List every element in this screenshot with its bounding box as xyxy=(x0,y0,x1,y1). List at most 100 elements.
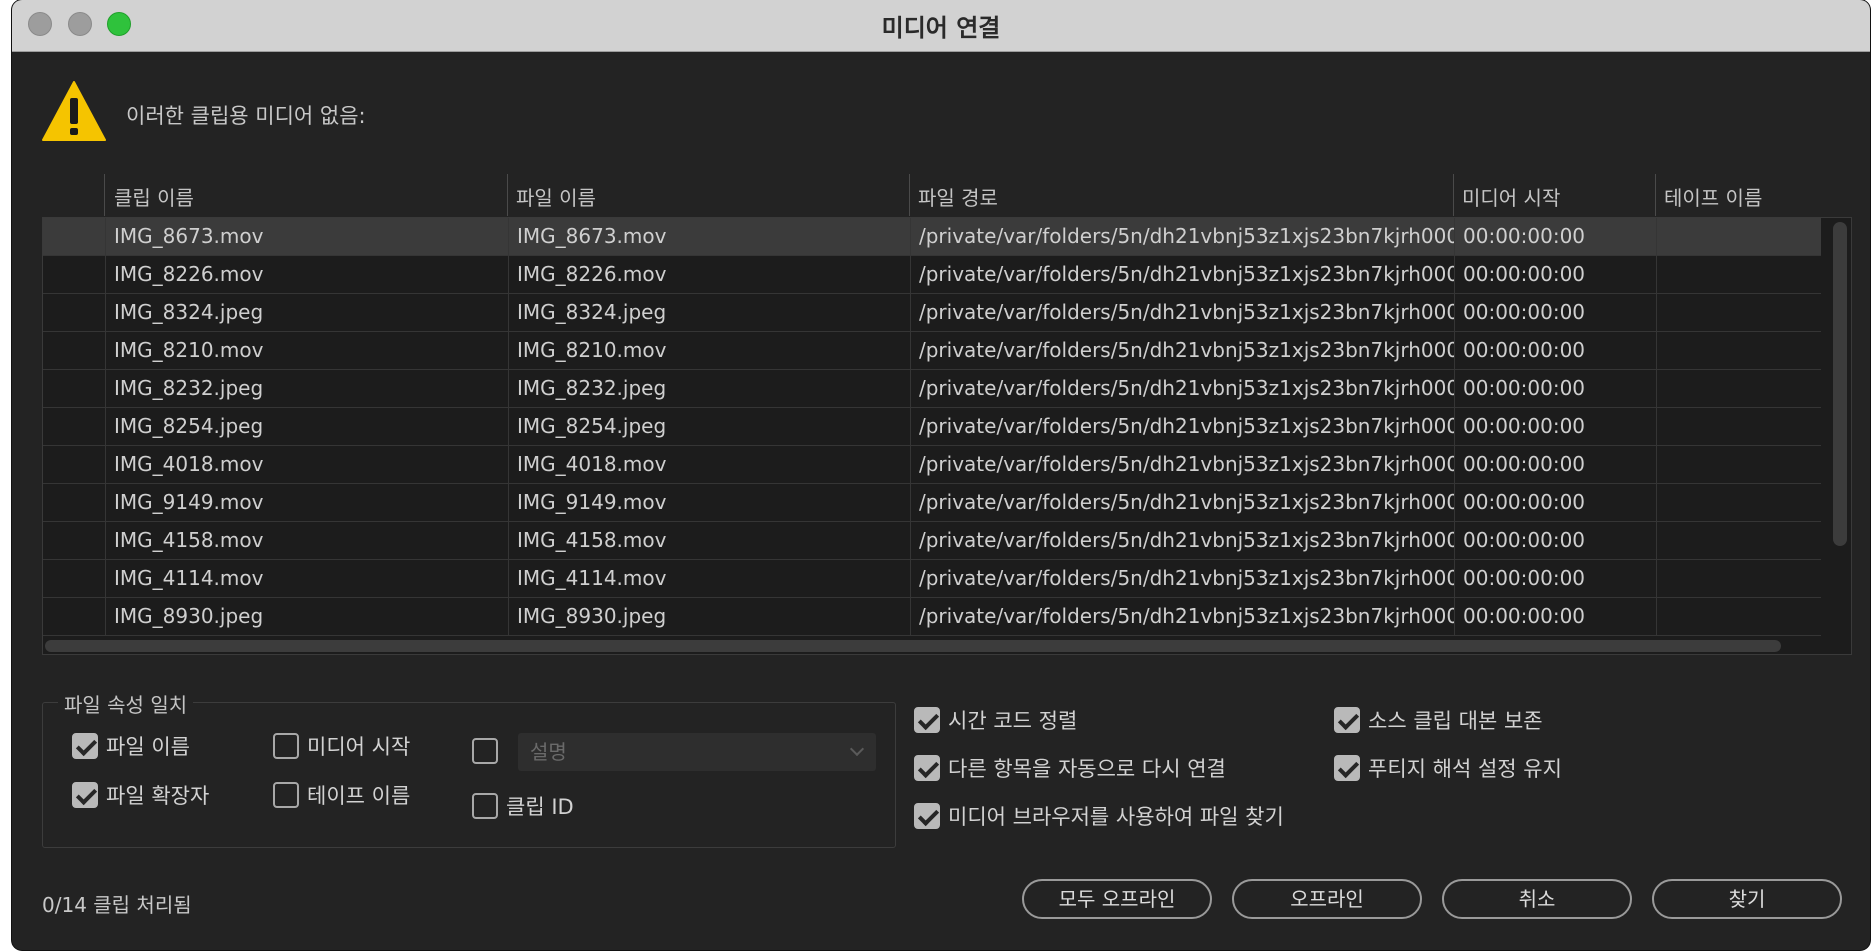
checkbox-box xyxy=(914,755,940,781)
cell-clip-name: IMG_4018.mov xyxy=(105,446,508,484)
cell-media-start: 00:00:00:00 xyxy=(1454,598,1656,636)
cell-file-path: /private/var/folders/5n/dh21vbnj53z1xjs2… xyxy=(910,446,1454,484)
table-row[interactable]: IMG_4018.mov IMG_4018.mov/private/var/fol… xyxy=(43,446,1821,484)
column-separator xyxy=(1655,174,1656,216)
checkbox-label: 푸티지 해석 설정 유지 xyxy=(1368,757,1562,781)
window-title: 미디어 연결 xyxy=(881,14,1001,42)
table-row[interactable]: IMG_4158.mov IMG_4158.mov/private/var/fol… xyxy=(43,522,1821,560)
checkbox-box xyxy=(472,793,498,819)
column-separator xyxy=(909,174,910,216)
cell-tape-name xyxy=(1656,218,1821,256)
cell-tape-name xyxy=(1656,408,1821,446)
cell-clip-name: IMG_8930.jpeg xyxy=(105,598,508,636)
checkbox-box xyxy=(273,733,299,759)
cancel-button[interactable]: 취소 xyxy=(1442,879,1632,919)
cell-file-path: /private/var/folders/5n/dh21vbnj53z1xjs2… xyxy=(910,294,1454,332)
cell-file-path: /private/var/folders/5n/dh21vbnj53z1xjs2… xyxy=(910,218,1454,256)
match-tape-name-checkbox[interactable]: 테이프 이름 xyxy=(273,780,410,810)
table-row[interactable]: IMG_8930.jpeg IMG_8930.jpeg/private/var/f… xyxy=(43,598,1821,636)
cell-tape-name xyxy=(1656,560,1821,598)
table-row[interactable]: IMG_4114.mov IMG_4114.mov/private/var/fol… xyxy=(43,560,1821,598)
preserve-interpret-footage-checkbox[interactable]: 푸티지 해석 설정 유지 xyxy=(1334,753,1562,783)
column-separator xyxy=(104,174,105,216)
checkbox-label: 파일 확장자 xyxy=(106,784,210,808)
checkbox-label: 클립 ID xyxy=(506,795,574,819)
column-header-tape-name[interactable]: 테이프 이름 xyxy=(1664,182,1762,211)
table-row[interactable]: IMG_8324.jpeg IMG_8324.jpeg/private/var/f… xyxy=(43,294,1821,332)
checkbox-box xyxy=(72,733,98,759)
checkbox-label: 시간 코드 정렬 xyxy=(948,709,1078,733)
horizontal-scrollbar[interactable] xyxy=(45,640,1781,652)
table-row[interactable]: IMG_8210.mov IMG_8210.mov/private/var/fol… xyxy=(43,332,1821,370)
cell-file-path: /private/var/folders/5n/dh21vbnj53z1xjs2… xyxy=(910,408,1454,446)
table-row[interactable]: IMG_8673.mov IMG_8673.mov/private/var/fol… xyxy=(43,218,1821,256)
cell-file-name: IMG_4114.mov xyxy=(508,560,910,598)
table-row[interactable]: IMG_9149.mov IMG_9149.mov/private/var/fol… xyxy=(43,484,1821,522)
checkbox-box xyxy=(72,782,98,808)
checkbox-box xyxy=(914,707,940,733)
preserve-source-transcript-checkbox[interactable]: 소스 클립 대본 보존 xyxy=(1334,705,1543,735)
match-file-name-checkbox[interactable]: 파일 이름 xyxy=(72,731,190,761)
missing-media-message: 이러한 클립용 미디어 없음: xyxy=(126,104,366,128)
align-timecode-checkbox[interactable]: 시간 코드 정렬 xyxy=(914,705,1077,735)
description-select-value: 설명 xyxy=(530,740,567,764)
offline-button[interactable]: 오프라인 xyxy=(1232,879,1422,919)
cell-tape-name xyxy=(1656,598,1821,636)
table-header: 클립 이름 파일 이름 파일 경로 미디어 시작 테이프 이름 xyxy=(42,170,1852,216)
cell-file-name: IMG_8210.mov xyxy=(508,332,910,370)
cell-tape-name xyxy=(1656,446,1821,484)
cell-media-start: 00:00:00:00 xyxy=(1454,522,1656,560)
cell-file-name: IMG_8232.jpeg xyxy=(508,370,910,408)
cell-tape-name xyxy=(1656,370,1821,408)
missing-clips-table: 클립 이름 파일 이름 파일 경로 미디어 시작 테이프 이름 IMG_8930… xyxy=(42,170,1852,656)
cell-media-start: 00:00:00:00 xyxy=(1454,446,1656,484)
cell-file-name: IMG_9149.mov xyxy=(508,484,910,522)
description-select[interactable]: 설명 xyxy=(518,733,876,771)
checkbox-box xyxy=(1334,755,1360,781)
chevron-down-icon xyxy=(849,741,865,757)
column-header-file-name[interactable]: 파일 이름 xyxy=(516,182,596,211)
table-row[interactable]: IMG_8232.jpeg IMG_8232.jpeg/private/var/f… xyxy=(43,370,1821,408)
column-header-media-start[interactable]: 미디어 시작 xyxy=(1462,182,1560,211)
cell-file-path: /private/var/folders/5n/dh21vbnj53z1xjs2… xyxy=(910,332,1454,370)
cell-tape-name xyxy=(1656,332,1821,370)
match-clip-id-checkbox[interactable]: 클립 ID xyxy=(472,791,574,821)
vertical-scrollbar[interactable] xyxy=(1833,222,1847,546)
use-media-browser-checkbox[interactable]: 미디어 브라우저를 사용하여 파일 찾기 xyxy=(914,801,1284,831)
relink-others-checkbox[interactable]: 다른 항목을 자동으로 다시 연결 xyxy=(914,753,1226,783)
column-header-file-path[interactable]: 파일 경로 xyxy=(918,182,998,211)
match-media-start-checkbox[interactable]: 미디어 시작 xyxy=(273,731,410,761)
match-description-checkbox[interactable] xyxy=(472,738,506,764)
table-body: IMG_8930.jpeg IMG_8930.jpeg/private/var/f… xyxy=(42,217,1852,655)
cell-file-name: IMG_8324.jpeg xyxy=(508,294,910,332)
clips-processed-status: 0/14 클립 처리됨 xyxy=(42,893,192,917)
checkbox-box xyxy=(914,803,940,829)
cell-media-start: 00:00:00:00 xyxy=(1454,484,1656,522)
cell-file-name: IMG_8254.jpeg xyxy=(508,408,910,446)
relink-media-dialog: 미디어 연결 이러한 클립용 미디어 없음: 클립 이름 파일 이름 파일 경로… xyxy=(12,0,1870,950)
table-row[interactable]: IMG_8226.mov IMG_8226.mov/private/var/fol… xyxy=(43,256,1821,294)
cell-file-path: /private/var/folders/5n/dh21vbnj53z1xjs2… xyxy=(910,484,1454,522)
cell-tape-name xyxy=(1656,256,1821,294)
match-file-extension-checkbox[interactable]: 파일 확장자 xyxy=(72,780,209,810)
cell-file-name: IMG_4018.mov xyxy=(508,446,910,484)
table-row[interactable]: IMG_8254.jpeg IMG_8254.jpeg/private/var/f… xyxy=(43,408,1821,446)
cell-file-path: /private/var/folders/5n/dh21vbnj53z1xjs2… xyxy=(910,370,1454,408)
locate-button[interactable]: 찾기 xyxy=(1652,879,1842,919)
cell-file-path: /private/var/folders/5n/dh21vbnj53z1xjs2… xyxy=(910,560,1454,598)
cell-media-start: 00:00:00:00 xyxy=(1454,294,1656,332)
cell-clip-name: IMG_8254.jpeg xyxy=(105,408,508,446)
cell-media-start: 00:00:00:00 xyxy=(1454,560,1656,598)
checkbox-label: 소스 클립 대본 보존 xyxy=(1368,709,1543,733)
cell-file-name: IMG_4158.mov xyxy=(508,522,910,560)
cell-clip-name: IMG_8673.mov xyxy=(105,218,508,256)
cell-clip-name: IMG_8210.mov xyxy=(105,332,508,370)
checkbox-label: 파일 이름 xyxy=(106,735,190,759)
cell-tape-name xyxy=(1656,522,1821,560)
warning-triangle-icon xyxy=(42,81,106,141)
checkbox-label: 다른 항목을 자동으로 다시 연결 xyxy=(948,757,1226,781)
offline-all-button[interactable]: 모두 오프라인 xyxy=(1022,879,1212,919)
cell-media-start: 00:00:00:00 xyxy=(1454,332,1656,370)
cell-clip-name: IMG_8232.jpeg xyxy=(105,370,508,408)
column-header-clip-name[interactable]: 클립 이름 xyxy=(114,182,194,211)
